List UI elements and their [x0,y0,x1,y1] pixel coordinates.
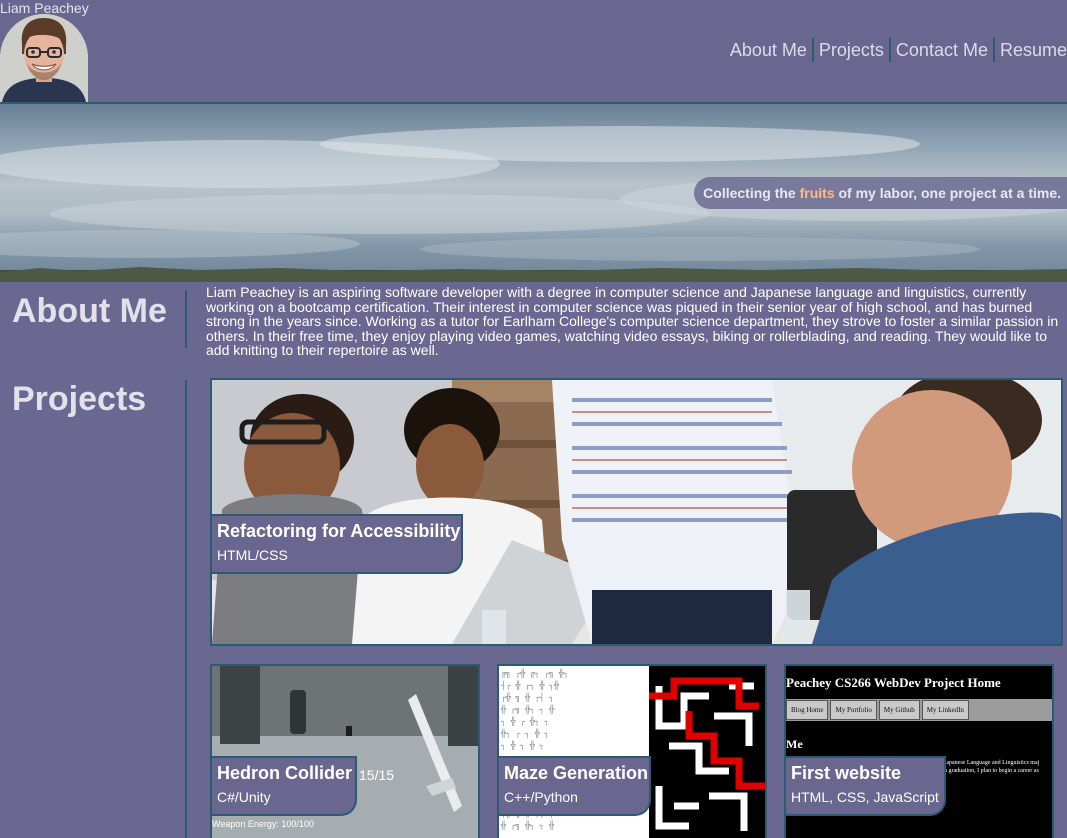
nav-contact-me[interactable]: Contact Me [888,38,993,62]
project-label: Refactoring for Accessibility HTML/CSS [212,514,463,574]
screen-heading: Peachey CS266 WebDev Project Home [786,675,1001,690]
svg-text:┌╬ ╗ ╬ ┌┤ ┐: ┌╬ ╗ ╬ ┌┤ ┐ [501,692,554,703]
project-title: Hedron Collider [217,763,353,783]
screen-text: Japanese Language and Linguistics maj [944,760,1040,766]
screen-text: n graduation, I plan to begin a career a… [944,768,1039,774]
about-divider [185,290,187,348]
site-header: Liam Peachey About Me Projects Contact M… [0,0,1067,104]
hero-tagline: Collecting the fruits of my labor, one p… [694,177,1067,209]
project-label: Maze Generation C++/Python [499,756,651,816]
project-tech: HTML/CSS [217,547,288,563]
project-tech: HTML, CSS, JavaScript [791,789,939,805]
screen-tab: Blog Home [786,700,829,720]
nav-about-me[interactable]: About Me [725,38,812,62]
project-card-accessibility[interactable]: Refactoring for Accessibility HTML/CSS [210,378,1063,646]
svg-text:┐ ╬ ┐ ╬ ┐: ┐ ╬ ┐ ╬ ┐ [500,740,544,751]
hero-banner: Collecting the fruits of my labor, one p… [0,104,1067,282]
project-title: Refactoring for Accessibility [217,521,461,541]
project-label: First website HTML, CSS, JavaScript [786,756,946,816]
about-text: Liam Peachey is an aspiring software dev… [206,284,1059,359]
project-label: Hedron Collider C#/Unity [212,756,357,816]
tagline-highlight: fruits [799,185,835,201]
project-photo [212,380,1061,644]
project-card-first-website[interactable]: Peachey CS266 WebDev Project Home Blog H… [784,664,1054,838]
avatar [0,14,88,102]
screen-energy-text: Weapon Energy: 100/100 [212,819,314,829]
svg-text:╬ ┌╗ ╬┐ ┐ ╬: ╬ ┌╗ ╬┐ ┐ ╬ [500,704,554,715]
screen-counter-text: 15/15 [359,767,394,783]
project-card-hedron-collider[interactable]: Weapon Energy: 100/100 15/15 Hedron Coll… [210,664,480,838]
svg-text:╬┐ ┌ ┐ ╬ ┐: ╬┐ ┌ ┐ ╬ ┐ [500,728,549,739]
screen-tab: My Github [878,700,920,720]
projects-divider [185,380,187,838]
about-heading: About Me [12,292,167,330]
svg-text:╔╗ ┌╬ ╔┐ ┌╗ ╬┐: ╔╗ ┌╬ ╔┐ ┌╗ ╬┐ [501,668,568,679]
screen-tab: My Portfolio [830,700,877,720]
screen-tab: My LinkedIn [921,700,969,720]
svg-text:╬ ┌╗ ╬┐ ┐ ╬: ╬ ┌╗ ╬┐ ┐ ╬ [500,820,554,831]
svg-text:┐ ╬ ┌ ╬┐ ┐: ┐ ╬ ┌ ╬┐ ┐ [500,716,549,727]
nav-resume[interactable]: Resume [992,38,1067,62]
svg-text:┤┌ ╬ ┌┐ ╬ ┐╬: ┤┌ ╬ ┌┐ ╬ ┐╬ [500,680,559,691]
screen-subheading: Me [786,737,803,751]
project-tech: C#/Unity [217,789,271,805]
project-tech: C++/Python [504,789,578,805]
main-nav: About Me Projects Contact Me Resume [725,38,1067,62]
project-title: Maze Generation [504,763,649,783]
screen-tab-bar: Blog Home My Portfolio My Github My Link… [786,699,1052,721]
project-title: First website [791,763,902,783]
project-card-maze-generation[interactable]: ╔╗ ┌╬ ╔┐ ┌╗ ╬┐ ┤┌ ╬ ┌┐ ╬ ┐╬ ┌╬ ╗ ╬ ┌┤ ┐ … [497,664,767,838]
nav-projects[interactable]: Projects [811,38,889,62]
projects-heading: Projects [12,380,147,418]
